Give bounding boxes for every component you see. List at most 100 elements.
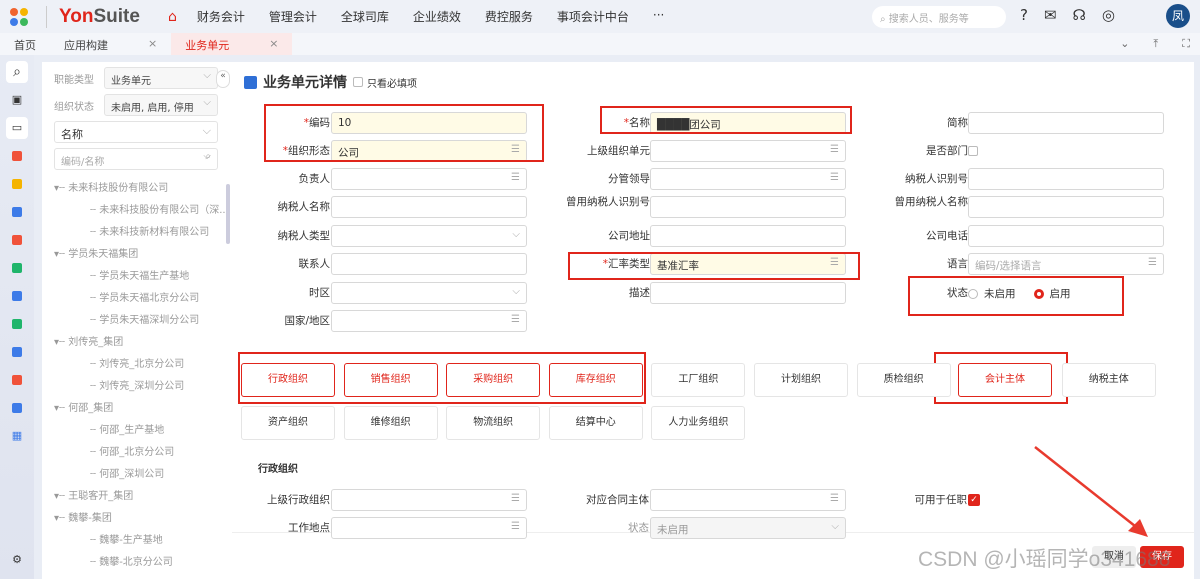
field-input[interactable] (968, 196, 1164, 218)
available-for-post-checkbox[interactable]: ✓ (968, 494, 980, 506)
org-type-button[interactable]: 会计主体 (958, 363, 1052, 397)
tab-1[interactable]: 应用构建 × (50, 33, 171, 55)
field-input[interactable]: ☰ (331, 517, 527, 539)
tree-node-label[interactable]: 何邵_北京分公司 (99, 447, 174, 458)
tab-2[interactable]: 业务单元 × (171, 33, 293, 55)
app-icon[interactable] (6, 229, 28, 251)
org-type-button[interactable]: 人力业务组织 (651, 406, 746, 440)
tree-node-label[interactable]: 魏攀-集团 (68, 513, 112, 524)
folder-icon[interactable]: ▣ (6, 89, 28, 111)
headset-icon[interactable]: ☊ (1073, 6, 1086, 24)
org-type-button[interactable]: 资产组织 (241, 406, 335, 440)
tree-node[interactable]: ▾┄ 未来科技股份有限公司 (54, 178, 232, 200)
app-icon[interactable] (6, 201, 28, 223)
tab-label[interactable]: 首页 (14, 37, 36, 52)
fullscreen-icon[interactable]: ⛶ (1182, 37, 1190, 51)
field-input[interactable]: ⌵ (331, 225, 527, 247)
grid-icon[interactable]: ▦ (6, 425, 28, 447)
theme-icon[interactable]: ◎ (1102, 6, 1115, 24)
org-type-button[interactable]: 物流组织 (446, 406, 541, 440)
field-input[interactable]: ☰ (650, 140, 846, 162)
tree-node[interactable]: ┄ 刘传亮_深圳分公司 (54, 376, 232, 398)
tree-node-label[interactable]: 学员朱天福北京分公司 (99, 293, 199, 304)
avatar[interactable]: 凤 (1166, 4, 1190, 28)
tree-node-label[interactable]: 何邵_深圳公司 (99, 469, 164, 480)
tree-node-label[interactable]: 学员朱天福深圳分公司 (99, 315, 199, 326)
org-type-button[interactable]: 结算中心 (548, 406, 643, 440)
field-input[interactable] (331, 253, 527, 275)
org-type-button[interactable]: 行政组织 (241, 363, 335, 397)
collapse-panel-button[interactable]: « (216, 70, 230, 88)
nav-item[interactable]: 全球司库 (341, 8, 389, 25)
field-input[interactable]: ☰ (331, 489, 527, 511)
tree-node[interactable]: ┄ 刘传亮_北京分公司 (54, 354, 232, 376)
tree-node-label[interactable]: 刘传亮_深圳分公司 (99, 381, 184, 392)
org-type-button[interactable]: 维修组织 (343, 406, 438, 440)
list-icon[interactable]: ☰ (830, 144, 839, 155)
field-input[interactable] (650, 225, 846, 247)
app-icon[interactable] (6, 285, 28, 307)
tree-node[interactable]: ┄ 学员朱天福深圳分公司 (54, 310, 232, 332)
org-type-button[interactable]: 库存组织 (548, 363, 643, 397)
list-icon[interactable]: ☰ (511, 493, 520, 504)
tree-node-label[interactable]: 王聪客开_集团 (68, 491, 133, 502)
list-icon[interactable]: ☰ (1148, 257, 1157, 268)
chevron-down-icon[interactable]: ⌄ (1120, 37, 1129, 51)
app-icon[interactable] (6, 341, 28, 363)
list-icon[interactable]: ☰ (511, 521, 520, 532)
monitor-icon[interactable]: ▭ (6, 117, 28, 139)
close-icon[interactable]: × (269, 37, 278, 51)
tree-node[interactable]: ┄ 未来科技股份有限公司（深... (54, 200, 232, 222)
field-input[interactable]: ☰ (331, 310, 527, 332)
required-only-checkbox[interactable]: 只看必填项 (353, 75, 417, 90)
apps-icon[interactable] (10, 7, 28, 26)
app-icon[interactable] (6, 173, 28, 195)
org-type-button[interactable]: 质检组织 (856, 363, 951, 397)
app-icon[interactable] (6, 369, 28, 391)
field-input[interactable] (968, 168, 1164, 190)
org-type-button[interactable]: 纳税主体 (1061, 363, 1156, 397)
nav-item[interactable]: ··· (653, 8, 664, 25)
field-input[interactable] (650, 196, 846, 218)
field-input[interactable]: 未启用 ⌵ (650, 517, 846, 539)
tab-label[interactable]: 业务单元 (185, 37, 229, 52)
field-input[interactable] (650, 282, 846, 304)
field-input[interactable]: ☰ (650, 489, 846, 511)
chevron-down-icon[interactable]: ⌵ (512, 286, 520, 297)
tree-node-label[interactable]: 刘传亮_北京分公司 (99, 359, 184, 370)
field-input[interactable]: ☰ (650, 168, 846, 190)
list-icon[interactable]: ☰ (511, 172, 520, 183)
app-icon[interactable] (6, 257, 28, 279)
tree-node-label[interactable]: 未来科技股份有限公司（深... (99, 205, 229, 216)
tree-node[interactable]: ▾┄ 何邵_集团 (54, 398, 232, 420)
message-icon[interactable]: ✉ (1044, 6, 1057, 24)
tree-node[interactable]: ▾┄ 学员朱天福集团 (54, 244, 232, 266)
nav-item[interactable]: 事项会计中台 (557, 8, 629, 25)
func-type-select[interactable]: 业务单元 (104, 67, 218, 89)
tree-node[interactable]: ┄ 学员朱天福生产基地 (54, 266, 232, 288)
tree-node-label[interactable]: 学员朱天福生产基地 (99, 271, 189, 282)
tree-node[interactable]: ┄ 学员朱天福北京分公司 (54, 288, 232, 310)
global-search[interactable]: ⌕ 搜索人员、服务等 (872, 6, 1006, 28)
tree-node[interactable]: ▾┄ 王聪客开_集团 (54, 486, 232, 508)
tree-node[interactable]: ▾┄ 刘传亮_集团 (54, 332, 232, 354)
org-type-button[interactable]: 采购组织 (446, 363, 541, 397)
list-icon[interactable]: ☰ (511, 314, 520, 325)
nav-item[interactable]: 财务会计 (197, 8, 245, 25)
chevron-down-icon[interactable]: ⌵ (512, 229, 520, 240)
tree-node[interactable]: ┄ 何邵_北京分公司 (54, 442, 232, 464)
nav-item[interactable]: 费控服务 (485, 8, 533, 25)
tree-node[interactable]: ┄ 未来科技新材料有限公司 (54, 222, 232, 244)
tree-node[interactable]: ┄ 何邵_生产基地 (54, 420, 232, 442)
status-select[interactable]: 未启用, 启用, 停用 (104, 94, 218, 116)
tab-label[interactable]: 应用构建 (64, 37, 108, 52)
settings-icon[interactable]: ⚙ (6, 549, 28, 571)
org-type-button[interactable]: 计划组织 (754, 363, 848, 397)
tree-node-label[interactable]: 魏攀-生产基地 (99, 535, 163, 546)
field-input[interactable] (968, 225, 1164, 247)
tree-node-label[interactable]: 学员朱天福集团 (68, 249, 138, 260)
field-input[interactable]: 编码/选择语言 ☰ (968, 253, 1164, 275)
field-input[interactable] (968, 112, 1164, 134)
close-icon[interactable]: × (148, 37, 157, 51)
tree-node-label[interactable]: 刘传亮_集团 (68, 337, 123, 348)
